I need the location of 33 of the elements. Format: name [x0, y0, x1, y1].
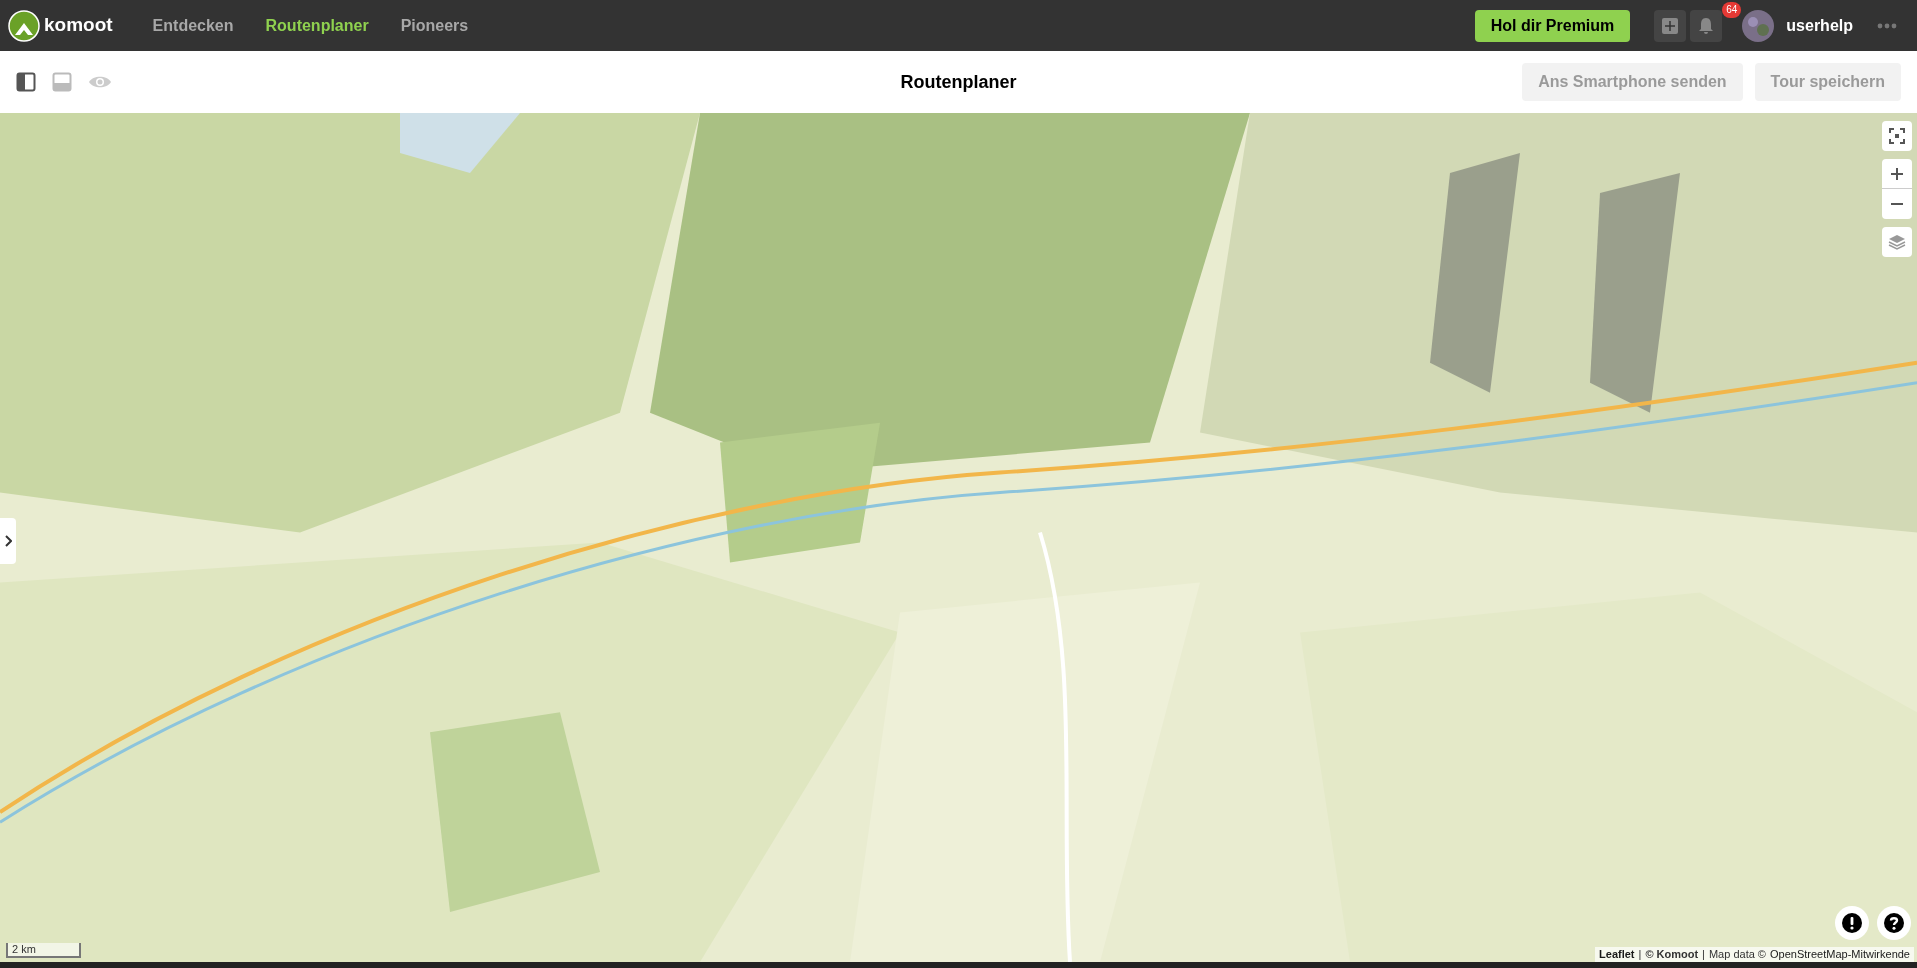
map-data-text: Map data ©	[1708, 947, 1766, 962]
separator: |	[1638, 947, 1642, 962]
bell-icon	[1698, 16, 1715, 35]
osm-link[interactable]: OpenStreetMap-Mitwirkende	[1770, 947, 1910, 962]
separator: |	[1702, 947, 1705, 962]
notification-badge: 64	[1722, 1, 1742, 18]
chevron-right-icon	[4, 535, 12, 547]
logo-icon	[8, 9, 40, 42]
expand-panel-button[interactable]	[0, 518, 16, 564]
scale-bar: 2 km	[6, 943, 81, 958]
exclamation-icon	[1842, 913, 1862, 933]
question-icon	[1884, 913, 1904, 933]
fullscreen-button[interactable]	[1882, 121, 1912, 151]
add-button[interactable]	[1654, 9, 1687, 42]
premium-button[interactable]: Hol dir Premium	[1474, 9, 1631, 42]
fullscreen-icon	[1889, 128, 1905, 144]
plus-icon	[1661, 16, 1680, 35]
nav-link[interactable]: Routenplaner	[265, 13, 369, 38]
brand-name: komoot	[44, 13, 113, 38]
plus-icon	[1890, 166, 1904, 181]
more-icon[interactable]	[1877, 22, 1897, 29]
nav-link[interactable]: Pioneers	[400, 13, 469, 38]
layers-icon	[1888, 234, 1906, 250]
layers-button[interactable]	[1882, 227, 1912, 257]
leaflet-link[interactable]: Leaflet	[1599, 947, 1635, 962]
page-title: Routenplaner	[900, 70, 1017, 94]
minus-icon	[1890, 203, 1904, 205]
avatar	[1742, 9, 1775, 42]
sidebar-toggle-icon[interactable]	[16, 72, 36, 92]
notifications-button[interactable]	[1690, 9, 1723, 42]
nav-link[interactable]: Entdecken	[152, 13, 234, 38]
username[interactable]: userhelp	[1786, 13, 1853, 38]
copyright-text: © Komoot	[1645, 947, 1699, 962]
